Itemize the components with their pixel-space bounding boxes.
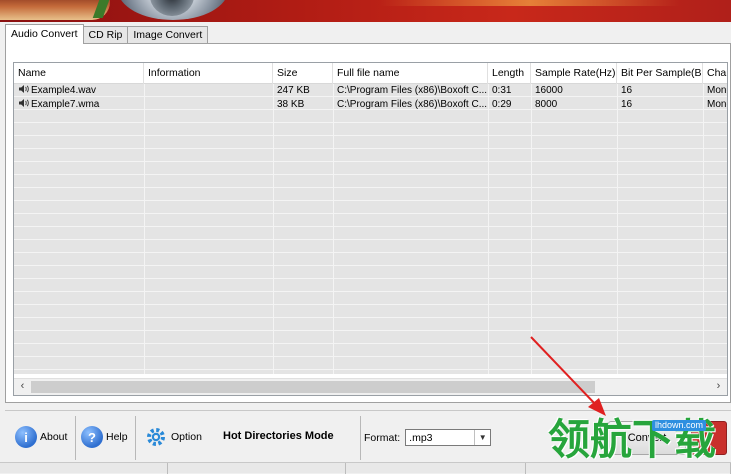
cell-name: Example7.wma <box>14 98 144 112</box>
column-header-length[interactable]: Length <box>488 63 531 84</box>
tab-image-convert[interactable]: Image Convert <box>127 26 209 44</box>
file-name: Example7.wma <box>31 99 100 110</box>
cell-information <box>144 84 273 98</box>
about-button[interactable]: i About <box>15 426 67 448</box>
watermark-url: lhdown.com <box>652 420 707 431</box>
cell-size: 38 KB <box>277 99 305 110</box>
audio-convert-panel: Name Information Size Full file name Len… <box>5 43 731 403</box>
toolbar-divider <box>360 416 361 460</box>
hot-directories-mode-button[interactable]: Hot Directories Mode <box>223 430 334 442</box>
scroll-left-icon[interactable]: ‹ <box>14 379 31 395</box>
app-banner <box>0 0 731 22</box>
hot-directories-mode-label: Hot Directories Mode <box>223 430 334 442</box>
column-header-name[interactable]: Name <box>14 63 144 84</box>
about-label: About <box>40 431 68 443</box>
cell-information <box>144 98 273 112</box>
status-panel <box>0 463 168 474</box>
column-header-information[interactable]: Information <box>144 63 273 84</box>
toolbar-divider <box>75 416 76 460</box>
column-guides <box>14 84 727 374</box>
help-button[interactable]: ? Help <box>81 426 128 448</box>
file-name: Example4.wav <box>31 85 97 96</box>
cell-size: 247 KB <box>277 85 310 96</box>
scroll-right-icon[interactable]: › <box>710 379 727 395</box>
option-button[interactable]: Option <box>145 426 202 448</box>
cell-length: 0:29 <box>492 99 512 110</box>
cell-channels: Mono <box>707 85 727 96</box>
column-header-size[interactable]: Size <box>273 63 333 84</box>
question-icon: ? <box>81 426 103 448</box>
gear-icon <box>147 428 165 446</box>
banner-tagline <box>380 0 680 6</box>
format-label: Format: <box>364 431 401 444</box>
main-tabs: Audio Convert CD Rip Image Convert <box>5 24 209 44</box>
file-list-rows: Example4.wav 247 KB C:\Program Files (x8… <box>14 84 727 374</box>
cell-bit-per-sample: 16 <box>621 85 633 96</box>
speaker-icon <box>19 99 29 107</box>
cell-sample-rate: 16000 <box>535 85 563 96</box>
toolbar-divider <box>135 416 136 460</box>
file-list[interactable]: Name Information Size Full file name Len… <box>13 62 728 396</box>
tab-cd-rip[interactable]: CD Rip <box>82 26 129 44</box>
scrollbar-thumb[interactable] <box>31 381 595 393</box>
cell-length: 0:31 <box>492 85 512 96</box>
option-label: Option <box>171 431 202 443</box>
chevron-down-icon[interactable]: ▼ <box>474 430 490 445</box>
format-select[interactable]: .mp3 ▼ <box>405 429 492 446</box>
table-row[interactable]: Example7.wma 38 KB C:\Program Files (x86… <box>14 98 727 112</box>
column-header-bit-per-sample[interactable]: Bit Per Sample(Bit) <box>617 63 703 84</box>
cell-full-file-name: C:\Program Files (x86)\Boxoft C... <box>337 99 488 110</box>
cell-channels: Mono <box>707 99 727 110</box>
horizontal-scrollbar[interactable]: ‹ › <box>14 378 727 395</box>
column-header-full-file-name[interactable]: Full file name <box>333 63 488 84</box>
table-row[interactable]: Example4.wav 247 KB C:\Program Files (x8… <box>14 84 727 98</box>
format-value: .mp3 <box>409 431 433 444</box>
format-group: Format: .mp3 ▼ <box>364 429 492 446</box>
tab-audio-convert[interactable]: Audio Convert <box>5 24 84 44</box>
info-icon: i <box>15 426 37 448</box>
cell-name: Example4.wav <box>14 84 144 98</box>
cell-bit-per-sample: 16 <box>621 99 633 110</box>
status-panel <box>168 463 346 474</box>
speaker-icon <box>19 85 29 93</box>
status-panel <box>346 463 526 474</box>
cell-sample-rate: 8000 <box>535 99 558 110</box>
cell-full-file-name: C:\Program Files (x86)\Boxoft C... <box>337 85 488 96</box>
file-list-header: Name Information Size Full file name Len… <box>14 63 727 84</box>
column-header-sample-rate[interactable]: Sample Rate(Hz) <box>531 63 617 84</box>
help-label: Help <box>106 431 128 443</box>
column-header-channels[interactable]: Char <box>703 63 727 84</box>
